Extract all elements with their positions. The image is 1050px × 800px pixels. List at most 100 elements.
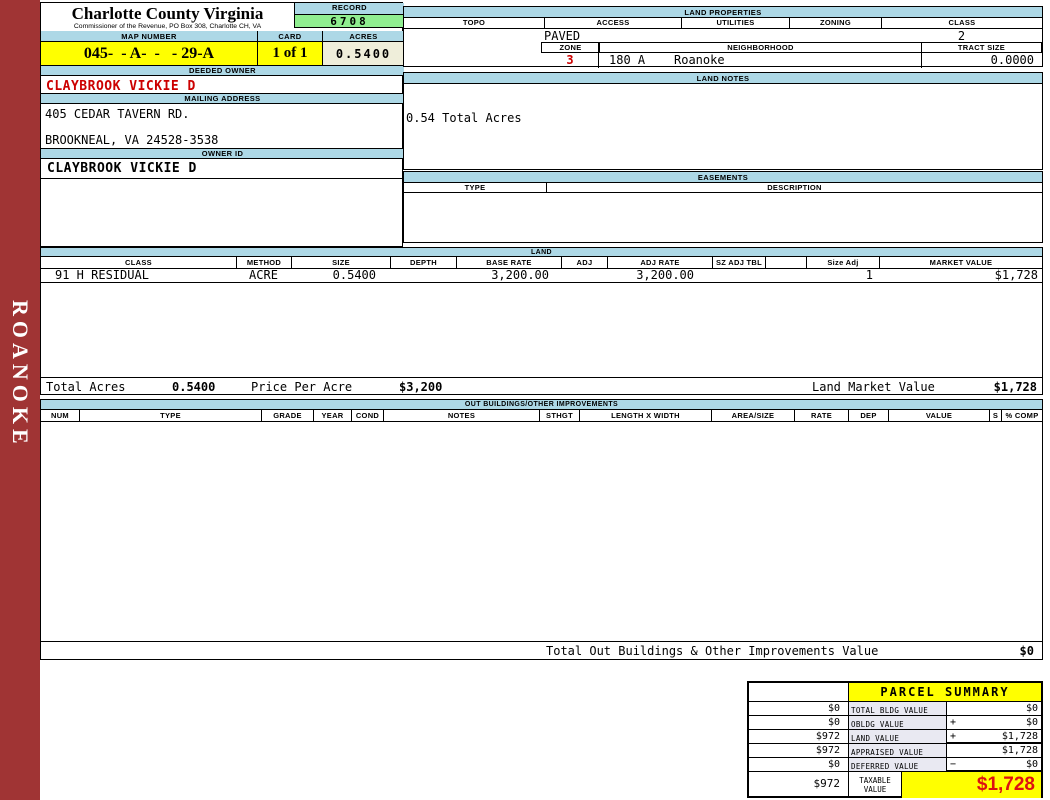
land-properties-headers: TOPO ACCESS UTILITIES ZONING CLASS bbox=[404, 18, 1042, 29]
land-table-panel: LAND CLASS METHOD SIZE DEPTH BASE RATE A… bbox=[40, 247, 1043, 395]
label-obldg: OBLDG VALUE bbox=[849, 716, 947, 730]
summary-row-obldg: $0 OBLDG VALUE + $0 bbox=[749, 716, 1041, 730]
land-base-rate: 3,200.00 bbox=[491, 268, 549, 282]
mailing-address-header: MAILING ADDRESS bbox=[41, 93, 404, 104]
card-header: CARD bbox=[258, 31, 323, 42]
out-buildings-title: OUT BUILDINGS/OTHER IMPROVEMENTS bbox=[41, 400, 1042, 410]
price-per-acre-value: $3,200 bbox=[399, 380, 443, 394]
val: $1,728 bbox=[1001, 745, 1038, 756]
prior-taxable: $972 bbox=[749, 772, 849, 798]
out-buildings-total-label: Total Out Buildings & Other Improvements… bbox=[546, 643, 879, 658]
record-header: RECORD bbox=[294, 3, 404, 15]
col-class: CLASS bbox=[125, 258, 152, 267]
land-market-value-label: Land Market Value bbox=[812, 380, 935, 394]
parcel-summary-header-row: PARCEL SUMMARY bbox=[749, 683, 1041, 702]
land-properties-panel: LAND PROPERTIES TOPO ACCESS UTILITIES ZO… bbox=[403, 6, 1044, 68]
neighborhood-header: NEIGHBORHOOD bbox=[599, 43, 921, 52]
owner-id-header: OWNER ID bbox=[41, 148, 404, 159]
op: + bbox=[950, 731, 957, 742]
land-sz-adj-tbl bbox=[712, 268, 765, 282]
col-sz-adj-tbl: SZ ADJ TBL bbox=[712, 257, 765, 268]
land-class: 91 H RESIDUAL bbox=[55, 268, 149, 282]
col-dep: DEP bbox=[848, 410, 888, 421]
land-size: 0.5400 bbox=[332, 268, 376, 282]
tract-size-value: 0.0000 bbox=[990, 53, 1034, 67]
value-obldg: + $0 bbox=[947, 716, 1041, 730]
label-deferred: DEFERRED VALUE bbox=[849, 758, 947, 772]
col-market-value: MARKET VALUE bbox=[879, 257, 1042, 268]
land-blank bbox=[765, 268, 806, 282]
utilities-header: UTILITIES bbox=[681, 18, 789, 28]
land-totals-row: Total Acres 0.5400 Price Per Acre $3,200… bbox=[41, 377, 1042, 395]
col-s: S bbox=[989, 410, 1001, 421]
neighborhood-code: 180 A bbox=[609, 53, 646, 67]
map-number-header: MAP NUMBER bbox=[41, 31, 258, 42]
deeded-owner-header: DEEDED OWNER bbox=[41, 65, 404, 76]
label-land: LAND VALUE bbox=[849, 730, 947, 744]
class-header: CLASS bbox=[881, 18, 1042, 28]
col-notes: NOTES bbox=[383, 410, 539, 421]
easements-panel: EASEMENTS TYPE DESCRIPTION bbox=[403, 171, 1043, 243]
col-sthgt: STHGT bbox=[539, 410, 579, 421]
col-cond: COND bbox=[351, 410, 383, 421]
land-depth bbox=[390, 268, 456, 282]
prior-land: $972 bbox=[749, 730, 849, 744]
val: $0 bbox=[1025, 717, 1038, 728]
district-sidebar: ROANOKE bbox=[0, 0, 40, 800]
easements-headers: TYPE DESCRIPTION bbox=[404, 183, 1042, 193]
col-size: SIZE bbox=[291, 257, 390, 268]
class-value: 2 bbox=[957, 29, 966, 43]
col-base-rate: BASE RATE bbox=[456, 257, 561, 268]
col-blank bbox=[765, 257, 806, 268]
col-pct-comp: % COMP bbox=[1001, 410, 1042, 421]
out-buildings-panel: OUT BUILDINGS/OTHER IMPROVEMENTS NUM TYP… bbox=[40, 399, 1043, 660]
access-value: PAVED bbox=[544, 29, 581, 43]
out-buildings-total-row: Total Out Buildings & Other Improvements… bbox=[41, 641, 1042, 659]
value-land: + $1,728 bbox=[947, 730, 1041, 744]
col-area-size: AREA/SIZE bbox=[711, 410, 794, 421]
summary-row-land: $972 LAND VALUE + $1,728 bbox=[749, 730, 1041, 744]
land-notes-panel: LAND NOTES 0.54 Total Acres bbox=[403, 72, 1043, 170]
tract-size-header: TRACT SIZE bbox=[921, 43, 1041, 52]
zone-value: 3 bbox=[566, 53, 574, 67]
col-method: METHOD bbox=[236, 257, 291, 268]
easements-title: EASEMENTS bbox=[404, 172, 1042, 183]
commissioner-line: Commissioner of the Revenue, PO Box 308,… bbox=[73, 23, 262, 30]
acres-header: ACRES bbox=[323, 31, 404, 42]
record-value: 6708 bbox=[294, 15, 404, 28]
summary-row-taxable: $972 TAXABLE VALUE $1,728 bbox=[749, 772, 1041, 798]
summary-row-appraised: $972 APPRAISED VALUE $1,728 bbox=[749, 744, 1041, 758]
val: $0 bbox=[1025, 759, 1038, 770]
zoning-header: ZONING bbox=[789, 18, 881, 28]
map-header-row: MAP NUMBER CARD ACRES bbox=[41, 31, 404, 42]
land-table-title: LAND bbox=[41, 248, 1042, 257]
col-rate: RATE bbox=[794, 410, 848, 421]
val: $0 bbox=[1025, 703, 1038, 714]
parcel-summary-panel: PARCEL SUMMARY $0 TOTAL BLDG VALUE $0 $0… bbox=[747, 681, 1043, 798]
property-record-card: ROANOKE Charlotte County Virginia Commis… bbox=[0, 0, 1050, 800]
out-buildings-headers: NUM TYPE GRADE YEAR COND NOTES STHGT LEN… bbox=[41, 410, 1042, 422]
zone-value-row: 3 180 A Roanoke 0.0000 bbox=[541, 53, 1044, 68]
map-number-value: 045- - A- - - 29-A bbox=[41, 42, 258, 65]
value-deferred: − $0 bbox=[947, 758, 1041, 772]
land-table-row: 91 H RESIDUAL ACRE 0.5400 3,200.00 3,200… bbox=[41, 268, 1042, 283]
easement-type-header: TYPE bbox=[464, 183, 486, 192]
land-adj-rate: 3,200.00 bbox=[636, 268, 694, 282]
prior-obldg: $0 bbox=[749, 716, 849, 730]
easement-description-header: DESCRIPTION bbox=[546, 183, 1042, 192]
land-notes-text: 0.54 Total Acres bbox=[406, 111, 522, 125]
value-total-bldg: $0 bbox=[947, 702, 1041, 716]
card-value: 1 of 1 bbox=[258, 42, 323, 65]
col-adj-rate: ADJ RATE bbox=[607, 257, 712, 268]
land-properties-values: PAVED 2 bbox=[404, 29, 1042, 43]
parcel-summary-blank-cell bbox=[749, 683, 849, 702]
parcel-summary-title: PARCEL SUMMARY bbox=[849, 683, 1041, 702]
land-size-adj: 1 bbox=[865, 268, 873, 282]
value-appraised: $1,728 bbox=[947, 744, 1041, 758]
zone-header: ZONE bbox=[559, 43, 582, 52]
acres-value: 0.5400 bbox=[323, 42, 404, 65]
op: + bbox=[950, 717, 957, 728]
col-size-adj: Size Adj bbox=[806, 257, 879, 268]
map-value-row: 045- - A- - - 29-A 1 of 1 0.5400 bbox=[41, 42, 404, 65]
land-method: ACRE bbox=[249, 268, 278, 282]
